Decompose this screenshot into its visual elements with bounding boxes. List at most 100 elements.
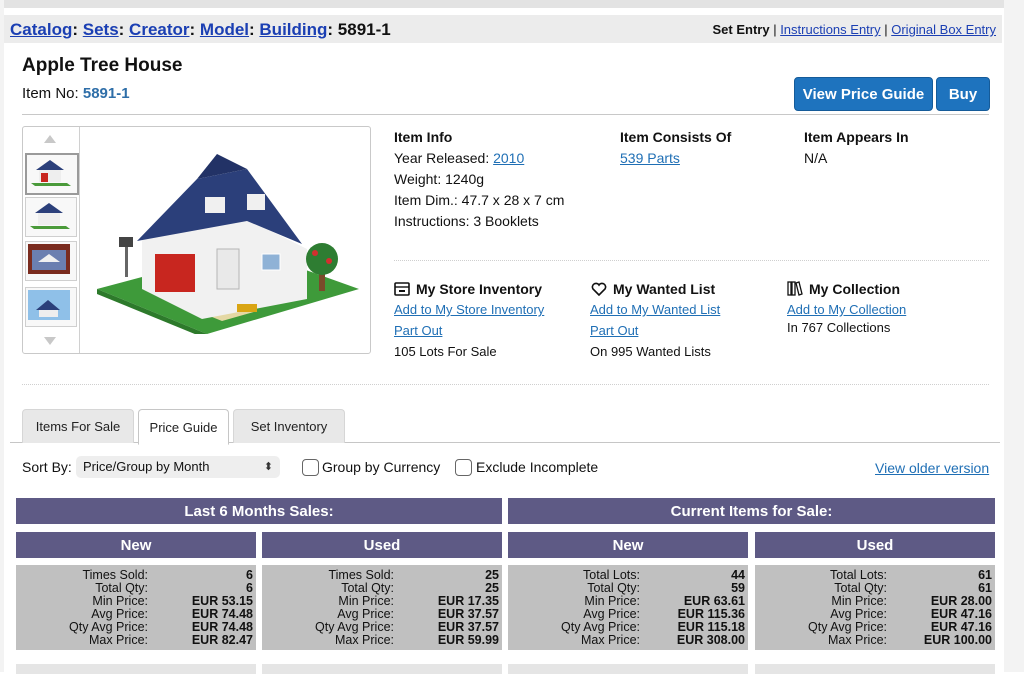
box-entry-link[interactable]: Original Box Entry bbox=[891, 22, 996, 37]
tab-price-guide[interactable]: Price Guide bbox=[138, 409, 229, 445]
thumbnail-3[interactable] bbox=[25, 241, 77, 281]
tab-items-for-sale[interactable]: Items For Sale bbox=[22, 409, 134, 443]
house-back-thumbnail-icon bbox=[30, 203, 70, 229]
lots-for-sale: 105 Lots For Sale bbox=[394, 344, 497, 359]
wanted-lists-count: On 995 Wanted Lists bbox=[590, 344, 711, 359]
right-gutter bbox=[1004, 0, 1024, 672]
collections-count: In 767 Collections bbox=[787, 320, 891, 335]
add-to-wanted-link[interactable]: Add to My Wanted List bbox=[590, 302, 720, 317]
breadcrumb-model[interactable]: Model bbox=[200, 20, 249, 39]
scroll-up-arrow-icon[interactable] bbox=[44, 135, 56, 143]
stat-value: EUR 59.99 bbox=[437, 633, 499, 647]
store-icon bbox=[394, 282, 410, 296]
item-number: Item No: 5891-1 bbox=[22, 85, 130, 102]
box-front-thumbnail-icon bbox=[28, 290, 70, 320]
top-strip bbox=[0, 0, 1024, 8]
breadcrumb-creator[interactable]: Creator bbox=[129, 20, 189, 39]
breadcrumb-bar: Catalog: Sets: Creator: Model: Building:… bbox=[4, 15, 1002, 43]
view-price-guide-button[interactable]: View Price Guide bbox=[794, 77, 933, 111]
current-items-for-sale-header: Current Items for Sale: bbox=[508, 498, 995, 524]
group-by-currency-checkbox[interactable] bbox=[302, 459, 319, 476]
wanted-list-heading-text: My Wanted List bbox=[613, 281, 716, 297]
breadcrumb: Catalog: Sets: Creator: Model: Building:… bbox=[10, 20, 391, 39]
box-thumbnail-icon bbox=[28, 244, 70, 274]
wanted-list-heading: My Wanted List bbox=[591, 281, 715, 297]
heart-icon bbox=[591, 282, 607, 296]
select-chevron-icon: ⬍ bbox=[263, 461, 273, 473]
item-appears-value: N/A bbox=[804, 150, 828, 166]
last-6-months-sales-header: Last 6 Months Sales: bbox=[16, 498, 502, 524]
breadcrumb-building[interactable]: Building bbox=[259, 20, 327, 39]
stat-row: Max Price: EUR 59.99 bbox=[262, 634, 502, 647]
item-dimensions: Item Dim.: 47.7 x 28 x 7 cm bbox=[394, 192, 565, 208]
item-consists-heading: Item Consists Of bbox=[620, 129, 732, 145]
exclude-incomplete-label: Exclude Incomplete bbox=[476, 459, 599, 475]
item-number-value: 5891-1 bbox=[82, 85, 130, 102]
stat-label: Max Price: bbox=[580, 633, 640, 647]
sales-used-header: Used bbox=[262, 532, 502, 558]
stat-label: Max Price: bbox=[334, 633, 394, 647]
next-row-box bbox=[16, 664, 256, 674]
books-icon bbox=[787, 281, 803, 296]
buy-button[interactable]: Buy bbox=[936, 77, 990, 111]
stat-row: Max Price: EUR 82.47 bbox=[16, 634, 256, 647]
sort-by-value: Price/Group by Month bbox=[83, 459, 210, 474]
exclude-incomplete-checkbox[interactable] bbox=[455, 459, 472, 476]
collection-heading-text: My Collection bbox=[809, 281, 901, 297]
current-used-stats: Total Lots: 61 Total Qty: 61 Min Price: EUR… bbox=[755, 565, 995, 650]
view-older-version-link[interactable]: View older version bbox=[875, 460, 989, 476]
scroll-down-arrow-icon[interactable] bbox=[44, 337, 56, 345]
add-to-collection-link[interactable]: Add to My Collection bbox=[787, 302, 906, 317]
item-info-heading: Item Info bbox=[394, 129, 453, 145]
current-used-header: Used bbox=[755, 532, 995, 558]
current-new-stats: Total Lots: 44 Total Qty: 59 Min Price: EUR… bbox=[508, 565, 748, 650]
dotted-divider-2 bbox=[22, 384, 989, 385]
stat-label: Max Price: bbox=[827, 633, 887, 647]
sort-by-label: Sort By: bbox=[22, 459, 72, 475]
next-row-box bbox=[262, 664, 502, 674]
stat-label: Max Price: bbox=[88, 633, 148, 647]
add-to-store-link[interactable]: Add to My Store Inventory bbox=[394, 302, 544, 317]
breadcrumb-current: 5891-1 bbox=[337, 20, 391, 39]
thumbnail-4[interactable] bbox=[25, 287, 77, 327]
wanted-part-out-link[interactable]: Part Out bbox=[590, 323, 638, 338]
left-gutter bbox=[0, 0, 4, 672]
store-inventory-heading-text: My Store Inventory bbox=[416, 281, 543, 297]
instructions-entry-link[interactable]: Instructions Entry bbox=[780, 22, 880, 37]
thumbnail-2[interactable] bbox=[25, 197, 77, 237]
item-weight: Weight: 1240g bbox=[394, 171, 485, 187]
store-inventory-heading: My Store Inventory bbox=[394, 281, 542, 297]
year-released: Year Released: 2010 bbox=[394, 150, 524, 166]
sales-new-header: New bbox=[16, 532, 256, 558]
image-viewer bbox=[22, 126, 371, 354]
group-by-currency-label: Group by Currency bbox=[322, 459, 441, 475]
sales-new-stats: Times Sold: 6 Total Qty: 6 Min Price: EUR 5… bbox=[16, 565, 256, 650]
sales-used-stats: Times Sold: 25 Total Qty: 25 Min Price: EUR… bbox=[262, 565, 502, 650]
house-thumbnail-icon bbox=[31, 160, 71, 186]
entry-links: Set Entry | Instructions Entry | Origina… bbox=[712, 22, 997, 37]
next-row-box bbox=[508, 664, 748, 674]
year-released-label: Year Released: bbox=[394, 150, 490, 166]
dotted-divider bbox=[394, 260, 989, 261]
stat-row: Max Price: EUR 100.00 bbox=[755, 634, 995, 647]
store-part-out-link[interactable]: Part Out bbox=[394, 323, 442, 338]
stat-value: EUR 82.47 bbox=[191, 633, 253, 647]
set-entry-label: Set Entry bbox=[712, 22, 770, 37]
item-appears-heading: Item Appears In bbox=[804, 129, 909, 145]
stat-value: EUR 308.00 bbox=[676, 633, 745, 647]
breadcrumb-catalog[interactable]: Catalog bbox=[10, 20, 72, 39]
year-released-link[interactable]: 2010 bbox=[493, 150, 524, 166]
thumbnail-column bbox=[23, 127, 80, 353]
sort-by-select[interactable]: Price/Group by Month ⬍ bbox=[76, 456, 280, 478]
item-number-label: Item No: bbox=[22, 85, 79, 102]
current-new-header: New bbox=[508, 532, 748, 558]
breadcrumb-sets[interactable]: Sets bbox=[83, 20, 119, 39]
thumbnail-1[interactable] bbox=[25, 153, 79, 195]
parts-link[interactable]: 539 Parts bbox=[620, 150, 680, 166]
main-set-image bbox=[97, 154, 359, 334]
stat-row: Max Price: EUR 308.00 bbox=[508, 634, 748, 647]
item-instructions: Instructions: 3 Booklets bbox=[394, 213, 539, 229]
tab-set-inventory[interactable]: Set Inventory bbox=[233, 409, 345, 443]
divider bbox=[22, 114, 989, 115]
next-row-box bbox=[755, 664, 995, 674]
